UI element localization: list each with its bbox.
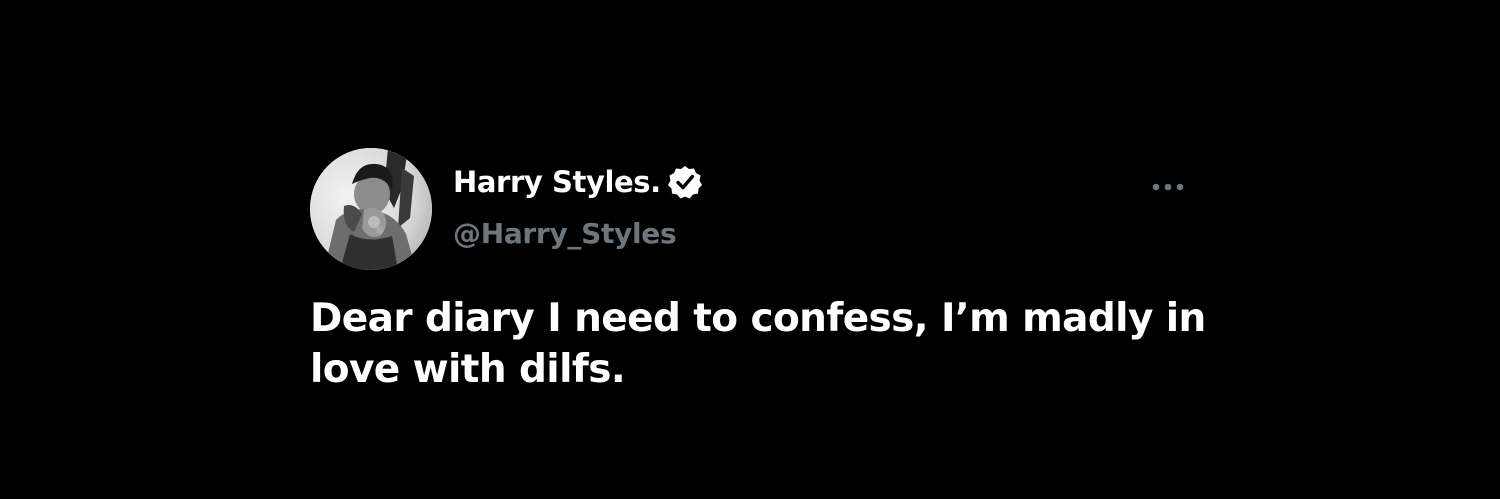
author-handle[interactable]: @Harry_Styles [453,214,677,254]
author-avatar[interactable] [310,148,432,270]
tweet-card: Harry Styles. @Harry_Styles Dear diary I… [310,148,1206,398]
author-name[interactable]: Harry Styles. [453,162,661,202]
more-options-icon [1152,183,1184,191]
tweet-text: Dear diary I need to confess, I’m madly … [310,296,1206,392]
avatar-photo [310,148,432,270]
tweet-page: Harry Styles. @Harry_Styles Dear diary I… [0,0,1500,499]
verified-badge-icon [667,164,703,200]
author-name-row: Harry Styles. [453,162,703,202]
more-options-button[interactable] [1146,172,1190,202]
